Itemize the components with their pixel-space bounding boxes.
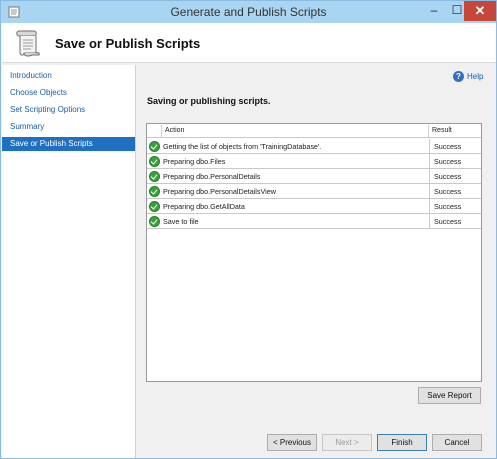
- sidebar-item-save-or-publish-scripts[interactable]: Save or Publish Scripts: [2, 137, 135, 151]
- main-pane: ? Help Saving or publishing scripts. Act…: [137, 65, 496, 431]
- previous-button[interactable]: < Previous: [267, 434, 317, 451]
- table-row[interactable]: Preparing dbo.PersonalDetails Success: [147, 169, 481, 184]
- next-button[interactable]: Next >: [322, 434, 372, 451]
- row-action: Preparing dbo.GetAllData: [163, 202, 245, 211]
- row-result[interactable]: Success: [429, 169, 481, 184]
- column-header-action[interactable]: Action: [165, 124, 365, 138]
- column-separator: [161, 125, 162, 137]
- column-separator: [428, 125, 429, 137]
- success-check-icon: [149, 141, 160, 152]
- table-row[interactable]: Preparing dbo.Files Success: [147, 154, 481, 169]
- wizard-header: Save or Publish Scripts: [2, 23, 496, 63]
- row-result[interactable]: Success: [429, 139, 481, 154]
- table-row[interactable]: Preparing dbo.GetAllData Success: [147, 199, 481, 214]
- table-row[interactable]: Preparing dbo.PersonalDetailsView Succes…: [147, 184, 481, 199]
- success-check-icon: [149, 201, 160, 212]
- help-icon: ?: [453, 71, 464, 82]
- row-result[interactable]: Success: [429, 184, 481, 199]
- row-action: Preparing dbo.PersonalDetailsView: [163, 187, 276, 196]
- cancel-button[interactable]: Cancel: [432, 434, 482, 451]
- success-check-icon: [149, 171, 160, 182]
- scroll-icon: [16, 30, 40, 57]
- table-header: Action Result: [147, 124, 481, 138]
- sidebar-item-choose-objects[interactable]: Choose Objects: [2, 86, 135, 100]
- help-link[interactable]: ? Help: [453, 71, 483, 82]
- row-action: Getting the list of objects from 'Traini…: [163, 142, 322, 151]
- row-result[interactable]: Success: [429, 199, 481, 214]
- column-header-result[interactable]: Result: [432, 124, 480, 138]
- wizard-window: Generate and Publish Scripts – ☐ ✕ Save …: [0, 0, 497, 459]
- table-row[interactable]: Getting the list of objects from 'Traini…: [147, 139, 481, 154]
- row-action: Save to file: [163, 217, 199, 226]
- help-label: Help: [467, 72, 484, 81]
- finish-button[interactable]: Finish: [377, 434, 427, 451]
- save-report-button[interactable]: Save Report: [418, 387, 481, 404]
- table-row[interactable]: Save to file Success: [147, 214, 481, 229]
- wizard-footer: < Previous Next > Finish Cancel: [137, 431, 496, 458]
- success-check-icon: [149, 156, 160, 167]
- row-action: Preparing dbo.Files: [163, 157, 226, 166]
- page-title: Save or Publish Scripts: [55, 36, 201, 51]
- success-check-icon: [149, 186, 160, 197]
- window-title: Generate and Publish Scripts: [170, 5, 327, 19]
- section-title: Saving or publishing scripts.: [147, 96, 271, 106]
- minimize-button[interactable]: –: [423, 3, 445, 23]
- row-result[interactable]: Success: [429, 154, 481, 169]
- sidebar-item-introduction[interactable]: Introduction: [2, 69, 135, 83]
- success-check-icon: [149, 216, 160, 227]
- sidebar-item-set-scripting-options[interactable]: Set Scripting Options: [2, 103, 135, 117]
- row-action: Preparing dbo.PersonalDetails: [163, 172, 261, 181]
- sidebar-item-summary[interactable]: Summary: [2, 120, 135, 134]
- row-result[interactable]: Success: [429, 214, 481, 229]
- wizard-steps-sidebar: Introduction Choose Objects Set Scriptin…: [2, 65, 136, 458]
- results-table: Action Result Getting the list of object…: [146, 123, 482, 382]
- close-button[interactable]: ✕: [464, 1, 496, 21]
- title-bar[interactable]: Generate and Publish Scripts – ☐ ✕: [1, 1, 496, 23]
